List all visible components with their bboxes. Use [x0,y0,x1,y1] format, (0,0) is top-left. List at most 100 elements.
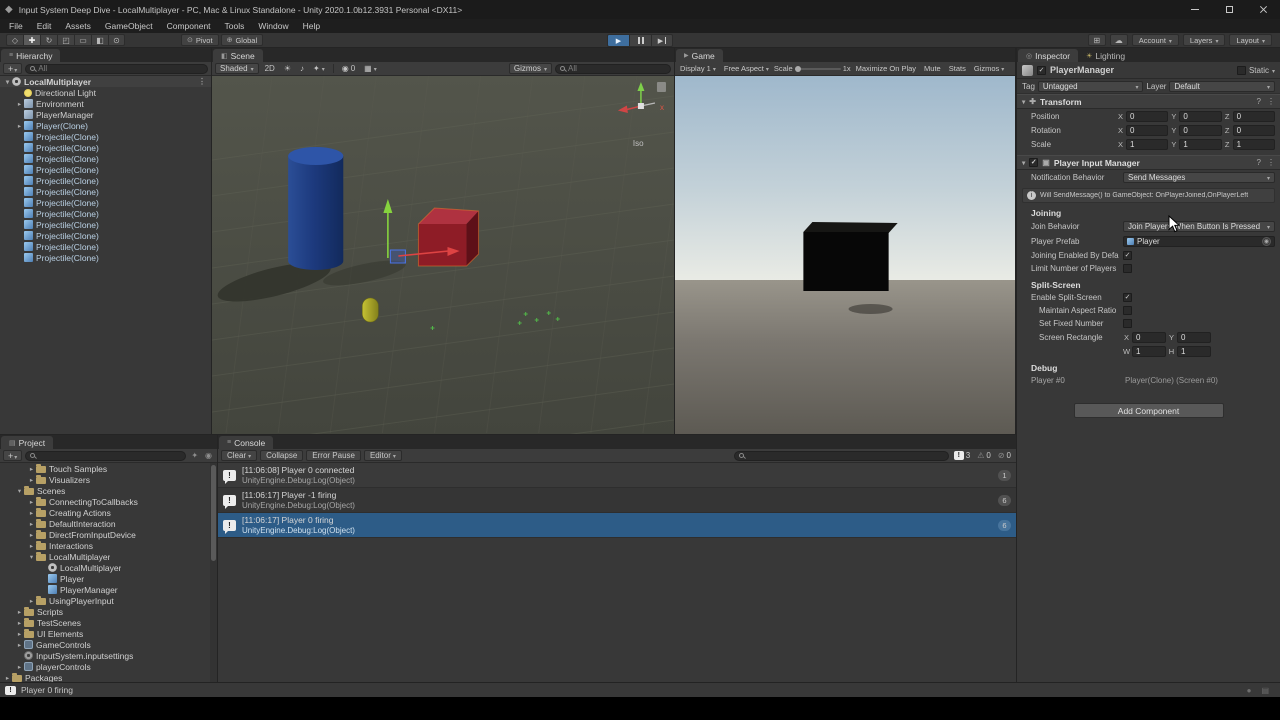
move-tool-button[interactable]: ✚ [23,34,40,46]
project-item[interactable]: Interactions [0,540,210,551]
player-input-manager-header[interactable]: ✓ Player Input Manager [1017,155,1280,170]
close-button[interactable] [1246,0,1280,19]
camera-settings-dropdown[interactable]: ▦ [361,63,380,74]
hierarchy-item[interactable]: Projectile(Clone) [0,197,211,208]
expand-arrow-icon[interactable] [27,597,36,605]
step-button[interactable]: ▶ [651,34,673,47]
status-message[interactable]: Player 0 firing [21,685,73,695]
project-item[interactable]: ConnectingToCallbacks [0,496,210,507]
tab-console[interactable]: Console [219,436,274,449]
scene-lighting-toggle[interactable]: ☀ [281,63,294,74]
console-log-entry[interactable]: [11:06:17] Player -1 firing UnityEngine.… [218,488,1016,513]
pause-button[interactable] [629,34,651,47]
chevron-down-icon[interactable] [1272,66,1275,75]
project-item[interactable]: PlayerManager [0,584,210,595]
tab-lighting[interactable]: Lighting [1078,49,1133,62]
tag-dropdown[interactable]: Untagged [1037,80,1144,92]
warning-count-toggle[interactable]: 0 [977,451,990,460]
game-viewport[interactable] [675,76,1015,434]
minimize-button[interactable] [1178,0,1212,19]
error-count-toggle[interactable]: 0 [998,451,1011,460]
add-component-button[interactable]: Add Component [1073,403,1224,418]
project-item[interactable]: playerControls [0,661,210,672]
y-field[interactable]: 1 [1179,138,1222,150]
layer-dropdown[interactable]: Default [1169,80,1276,92]
hierarchy-item[interactable]: Projectile(Clone) [0,219,211,230]
info-count-toggle[interactable]: 3 [953,451,970,460]
status-bar[interactable]: Player 0 firing ● ▤ [0,682,1280,697]
scene-audio-toggle[interactable]: ♪ [297,63,307,74]
expand-arrow-icon[interactable] [27,531,36,539]
menu-item[interactable]: Help [296,21,327,31]
scale-slider[interactable] [794,65,841,72]
y-field[interactable]: 0 [1179,110,1222,122]
hand-tool-button[interactable]: ◇ [6,34,23,46]
expand-arrow-icon[interactable] [27,542,36,550]
rotate-tool-button[interactable]: ↻ [40,34,57,46]
project-item[interactable]: TestScenes [0,617,210,628]
x-field[interactable]: 0 [1126,110,1169,122]
active-checkbox[interactable]: ✓ [1037,65,1046,75]
tab-scene[interactable]: Scene [213,49,263,62]
expand-arrow-icon[interactable] [15,630,24,638]
global-toggle[interactable]: ⊕ Global [220,34,264,46]
hierarchy-item[interactable]: Projectile(Clone) [0,241,211,252]
hierarchy-add-button[interactable]: + [3,63,23,74]
project-item[interactable]: GameControls [0,639,210,650]
hierarchy-item[interactable]: Player(Clone) [0,120,211,131]
menu-item[interactable]: Edit [30,21,59,31]
account-dropdown[interactable]: Account [1131,34,1179,46]
mute-toggle[interactable]: Mute [921,63,944,75]
expand-arrow-icon[interactable] [15,608,24,616]
menu-item[interactable]: Window [251,21,295,31]
hierarchy-item[interactable]: Projectile(Clone) [0,153,211,164]
display-dropdown[interactable]: Display 1 [677,63,719,75]
project-item[interactable]: InputSystem.inputsettings [0,650,210,661]
expand-arrow-icon[interactable] [15,100,24,108]
stats-toggle[interactable]: Stats [946,63,969,75]
hierarchy-item[interactable]: Projectile(Clone) [0,175,211,186]
y-field[interactable]: 0 [1179,124,1222,136]
project-item[interactable]: UsingPlayerInput [0,595,210,606]
game-gizmos-dropdown[interactable]: Gizmos [971,63,1007,75]
x-field[interactable]: 0 [1126,124,1169,136]
editor-dropdown[interactable]: Editor [363,450,402,461]
project-add-button[interactable]: + [3,450,23,461]
expand-arrow-icon[interactable] [3,674,12,682]
player-prefab-field[interactable]: Player [1123,236,1275,247]
expand-arrow-icon[interactable] [27,509,36,517]
play-button[interactable]: ▶ [607,34,629,47]
expand-arrow-icon[interactable] [15,619,24,627]
menu-item[interactable]: Component [160,21,218,31]
foldout-arrow-icon[interactable] [1022,159,1025,167]
menu-item[interactable]: Assets [58,21,98,31]
component-menu-icon[interactable] [1267,97,1275,106]
hierarchy-item[interactable]: Environment [0,98,211,109]
menu-item[interactable]: GameObject [98,21,160,31]
rect-x-field[interactable]: 0 [1132,331,1166,343]
hierarchy-item[interactable]: Projectile(Clone) [0,230,211,241]
console-log-entry[interactable]: [11:06:08] Player 0 connected UnityEngin… [218,463,1016,488]
join-behavior-dropdown[interactable]: Join Players When Button Is Pressed [1123,221,1275,232]
joining-enabled-checkbox[interactable]: ✓ [1123,251,1132,260]
menu-item[interactable]: Tools [218,21,252,31]
layout-dropdown[interactable]: Layout [1229,34,1272,46]
cylinder-object[interactable] [288,147,344,270]
scene-effects-dropdown[interactable]: ✦ [310,63,328,74]
slider-handle[interactable] [794,65,801,72]
expand-arrow-icon[interactable] [27,465,36,473]
project-item[interactable]: DirectFromInputDevice [0,529,210,540]
project-search-input[interactable] [25,450,187,461]
expand-arrow-icon[interactable] [15,122,24,130]
static-checkbox[interactable] [1236,65,1246,75]
rect-tool-button[interactable]: ▭ [74,34,91,46]
rect-y-field[interactable]: 0 [1177,331,1211,343]
capsule-object[interactable] [362,297,379,323]
transform-component-header[interactable]: Transform [1017,94,1280,109]
menu-item[interactable]: File [2,21,30,31]
notification-behavior-dropdown[interactable]: Send Messages [1123,172,1275,183]
hierarchy-item[interactable]: Projectile(Clone) [0,186,211,197]
aspect-dropdown[interactable]: Free Aspect [721,63,772,75]
project-item[interactable]: Player [0,573,210,584]
collapse-toggle[interactable]: Collapse [260,450,304,461]
